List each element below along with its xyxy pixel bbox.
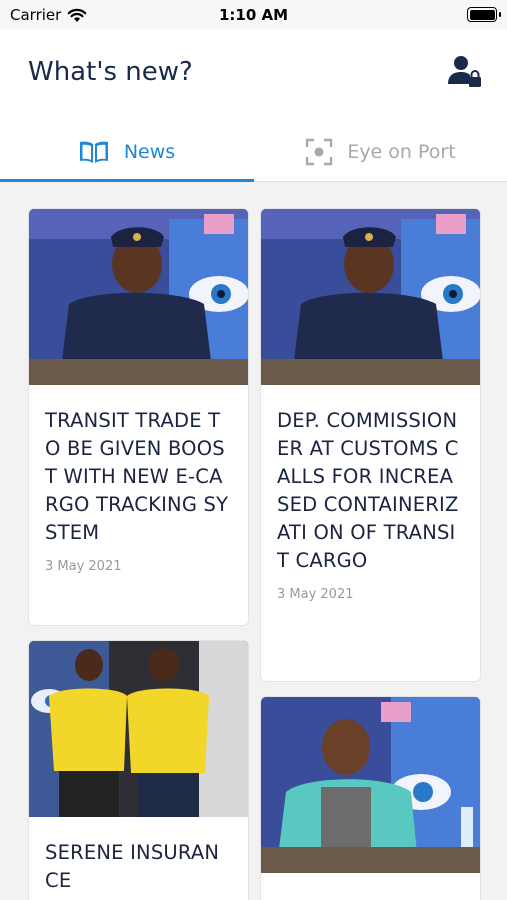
- card-body: DEP. COMMISSIONER AT CUSTOMS CALLS FOR I…: [261, 385, 480, 620]
- clock: 1:10 AM: [218, 6, 289, 24]
- card-body: [261, 873, 480, 900]
- book-open-icon: [79, 141, 108, 163]
- user-lock-icon: [448, 56, 481, 87]
- account-button[interactable]: [447, 54, 483, 90]
- news-title: TRANSIT TRADE TO BE GIVEN BOOST WITH NEW…: [45, 409, 229, 544]
- news-card[interactable]: TRANSIT TRADE TO BE GIVEN BOOST WITH NEW…: [28, 208, 249, 626]
- news-thumbnail: [29, 641, 248, 817]
- news-card[interactable]: [260, 696, 481, 900]
- news-thumbnail: [29, 209, 248, 385]
- news-title: SERENE INSURANCE: [45, 841, 220, 892]
- news-title: DEP. COMMISSIONER AT CUSTOMS CALLS FOR I…: [277, 409, 459, 572]
- page-title: What's new?: [28, 57, 193, 87]
- battery-icon: [467, 7, 497, 22]
- battery-cap: [499, 12, 501, 17]
- tab-bar: News Eye on Port: [0, 122, 507, 182]
- news-card[interactable]: SERENE INSURANCE: [28, 640, 249, 900]
- card-body: TRANSIT TRADE TO BE GIVEN BOOST WITH NEW…: [29, 385, 248, 592]
- news-date: 3 May 2021: [45, 559, 122, 574]
- news-date: 3 May 2021: [277, 587, 354, 602]
- news-card[interactable]: DEP. COMMISSIONER AT CUSTOMS CALLS FOR I…: [260, 208, 481, 682]
- tab-news[interactable]: News: [0, 122, 253, 182]
- news-thumbnail: [261, 209, 480, 385]
- focus-scan-icon: [306, 138, 333, 166]
- news-feed[interactable]: TRANSIT TRADE TO BE GIVEN BOOST WITH NEW…: [0, 182, 507, 900]
- card-body: SERENE INSURANCE: [29, 817, 248, 900]
- tab-eye-on-port-label: Eye on Port: [347, 141, 456, 163]
- app-header: What's new?: [0, 30, 507, 122]
- news-thumbnail: [261, 697, 480, 873]
- status-bar: Carrier 1:10 AM: [0, 0, 507, 30]
- tab-eye-on-port[interactable]: Eye on Port: [254, 122, 507, 182]
- tab-news-label: News: [123, 141, 176, 163]
